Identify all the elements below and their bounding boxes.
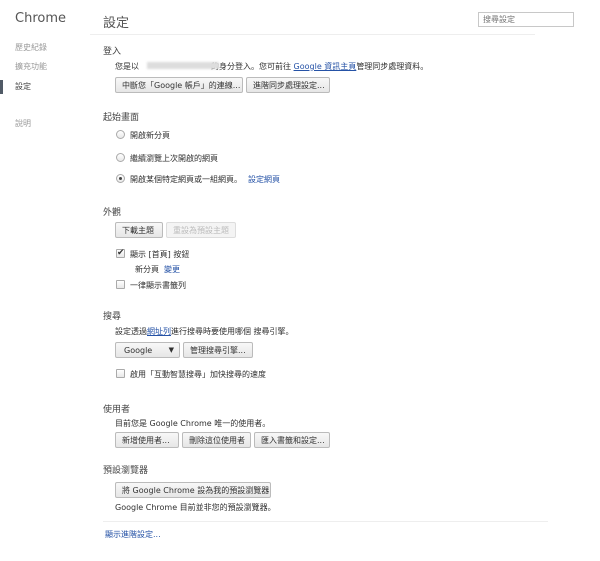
- omnibox-link[interactable]: 網址列: [147, 327, 171, 336]
- startup-option-label: 繼續瀏覽上次開啟的網頁: [130, 154, 218, 163]
- default-browser-heading: 預設瀏覽器: [103, 466, 149, 476]
- signin-middle: 的身分登入。您可前往: [211, 62, 294, 71]
- startup-option-label: 開啟新分頁: [130, 131, 170, 140]
- appearance-heading: 外觀: [103, 208, 122, 218]
- redacted-email: [147, 62, 219, 69]
- chrome-brand: Chrome: [15, 11, 66, 26]
- search-suffix: 進行搜尋時要使用哪個 搜尋引擎。: [171, 327, 294, 336]
- instant-search-checkbox[interactable]: [116, 369, 125, 378]
- advanced-sync-button[interactable]: 進階同步處理設定...: [246, 77, 330, 93]
- search-engine-value: Google: [124, 346, 153, 355]
- import-bookmarks-button[interactable]: 匯入書籤和設定...: [254, 432, 330, 448]
- instant-search-label: 啟用「互動智慧搜尋」加快搜尋的速度: [130, 370, 266, 379]
- show-advanced-settings-link[interactable]: 顯示進階設定...: [105, 529, 161, 540]
- show-home-checkbox[interactable]: ✔: [116, 249, 125, 258]
- signin-prefix: 您是以: [115, 62, 139, 71]
- home-page-value: 新分頁: [135, 265, 159, 274]
- sidebar-selected-indicator: [0, 80, 3, 94]
- startup-option-label: 開啟某個特定網頁或一組網頁。: [130, 175, 242, 184]
- search-prefix: 設定透過: [115, 327, 147, 336]
- show-home-label: 顯示 [首頁] 按鈕: [130, 250, 190, 259]
- set-pages-link[interactable]: 設定網頁: [248, 174, 280, 185]
- disconnect-account-button[interactable]: 中斷您「Google 帳戶」的連線...: [115, 77, 243, 93]
- search-settings-input[interactable]: [478, 12, 574, 27]
- manage-search-engines-button[interactable]: 管理搜尋引擎...: [183, 342, 253, 358]
- sidebar-item-help[interactable]: 說明: [15, 118, 31, 129]
- signin-suffix: 管理同步處理資料。: [356, 62, 429, 71]
- add-user-button[interactable]: 新增使用者...: [115, 432, 179, 448]
- startup-radio-specific-pages[interactable]: [116, 174, 125, 183]
- make-default-browser-button[interactable]: 將 Google Chrome 設為我的預設瀏覽器: [115, 482, 271, 498]
- users-text: 目前您是 Google Chrome 唯一的使用者。: [115, 419, 271, 428]
- search-engine-select[interactable]: Google ▼: [115, 342, 180, 358]
- startup-heading: 起始畫面: [103, 113, 140, 123]
- get-themes-button[interactable]: 下載主題: [115, 222, 163, 238]
- bookmarks-bar-checkbox[interactable]: [116, 280, 125, 289]
- signin-heading: 登入: [103, 47, 122, 57]
- sidebar-item-extensions[interactable]: 擴充功能: [15, 61, 47, 72]
- default-browser-status: Google Chrome 目前並非您的預設瀏覽器。: [115, 503, 276, 512]
- bookmarks-bar-label: 一律顯示書籤列: [130, 281, 186, 290]
- sidebar-item-history[interactable]: 歷史紀錄: [15, 42, 47, 53]
- startup-radio-new-tab[interactable]: [116, 130, 125, 139]
- search-heading: 搜尋: [103, 312, 122, 322]
- search-text: 設定透過網址列進行搜尋時要使用哪個 搜尋引擎。: [115, 326, 294, 337]
- header-divider: [90, 34, 535, 35]
- users-heading: 使用者: [103, 405, 131, 415]
- dropdown-arrow-icon: ▼: [168, 346, 174, 354]
- reset-theme-button: 重設為預設主題: [166, 222, 236, 238]
- google-dashboard-link[interactable]: Google 資訊主頁: [294, 62, 357, 71]
- page-title: 設定: [103, 16, 130, 31]
- startup-radio-continue[interactable]: [116, 153, 125, 162]
- sidebar-item-settings[interactable]: 設定: [15, 81, 31, 92]
- change-home-link[interactable]: 變更: [164, 264, 180, 275]
- delete-user-button[interactable]: 刪除這位使用者: [182, 432, 251, 448]
- section-divider: [103, 521, 548, 522]
